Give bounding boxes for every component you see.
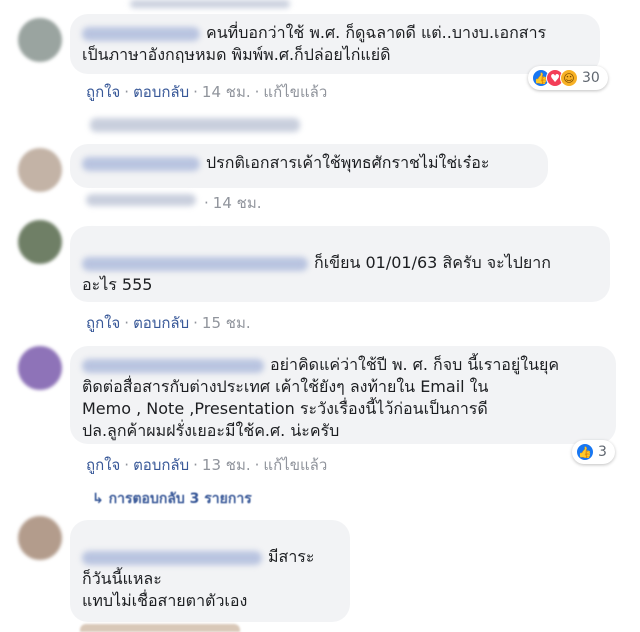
- comment-actions: ถูกใจ · ตอบกลับ · 13 ชม. · แก้ไขแล้ว: [86, 456, 328, 474]
- commenter-name-blurred[interactable]: [82, 358, 264, 373]
- blurred-header-fragment: [130, 0, 290, 8]
- comment-text: ปล.ลูกค้าผมฝรั่งเยอะมีใช้ค.ศ. น่ะครับ: [82, 421, 340, 440]
- reply-link[interactable]: ตอบกลับ: [133, 456, 189, 474]
- reply-arrow-icon: ↳: [92, 491, 104, 507]
- blurred-replies-row[interactable]: [90, 118, 300, 132]
- commenter-name-blurred[interactable]: [82, 26, 200, 41]
- avatar[interactable]: [18, 18, 62, 62]
- reply-link[interactable]: ตอบกลับ: [133, 314, 189, 332]
- like-link[interactable]: ถูกใจ: [86, 314, 120, 332]
- haha-icon: ☺: [560, 69, 578, 87]
- like-icon: 👍: [576, 443, 594, 461]
- reaction-summary[interactable]: 👍 3: [572, 440, 615, 464]
- avatar[interactable]: [18, 148, 62, 192]
- comment-actions: ถูกใจ · ตอบกลับ · 14 ชม. · แก้ไขแล้ว: [86, 83, 328, 101]
- comment-text: ก็เขียน 01/01/63 สิครับ จะไปยาก: [314, 253, 551, 272]
- timestamp[interactable]: 14 ชม.: [213, 194, 262, 212]
- comment-text: ปรกติเอกสารเค้าใช้พุทธศักราชไม่ใช่เร๋อะ: [206, 153, 490, 172]
- avatar[interactable]: [18, 516, 62, 560]
- comment-text: คนที่บอกว่าใช้ พ.ศ. ก็ดูฉลาดดี แต่..บางบ…: [206, 23, 547, 42]
- blurred-actions: [86, 194, 196, 206]
- timestamp[interactable]: 15 ชม.: [202, 314, 251, 332]
- reaction-summary[interactable]: 👍 ♥ ☺ 30: [528, 66, 608, 90]
- comment-text: Memo , Note ,Presentation ระวังเรื่องนี้…: [82, 399, 488, 418]
- comment-bubble: ปรกติเอกสารเค้าใช้พุทธศักราชไม่ใช่เร๋อะ: [70, 144, 548, 188]
- edited-label[interactable]: แก้ไขแล้ว: [263, 456, 327, 474]
- comment-text: เป็นภาษาอังกฤษหมด พิมพ์พ.ศ.ก็ปล่อยไก่แย่…: [82, 45, 391, 64]
- comment-text: ก็วันนี้แหละ: [82, 569, 162, 588]
- commenter-name-blurred[interactable]: [82, 550, 262, 565]
- timestamp[interactable]: 14 ชม.: [202, 83, 251, 101]
- comment-text: ติดต่อสื่อสารกับต่างประเทศ เค้าใช้ยังๆ ล…: [82, 377, 489, 396]
- comment-bubble: มีสาระ ก็วันนี้แหละ แทบไม่เชื่อสายตาตัวเ…: [70, 520, 350, 622]
- commenter-name-blurred[interactable]: [82, 156, 200, 171]
- avatar[interactable]: [18, 220, 62, 264]
- comment-bubble: ก็เขียน 01/01/63 สิครับ จะไปยาก อะไร 555: [70, 226, 610, 302]
- comment-actions: · 14 ชม.: [204, 194, 262, 212]
- view-replies-link[interactable]: ↳ การตอบกลับ 3 รายการ: [92, 488, 252, 510]
- timestamp[interactable]: 13 ชม.: [202, 456, 251, 474]
- comment-text: อะไร 555: [82, 275, 153, 294]
- comment-text: แทบไม่เชื่อสายตาตัวเอง: [82, 591, 248, 610]
- cut-off-image[interactable]: [80, 624, 240, 632]
- like-link[interactable]: ถูกใจ: [86, 456, 120, 474]
- comment-bubble: อย่าคิดแค่ว่าใช้ปี พ. ศ. ก็จบ นี้เราอยู่…: [70, 346, 616, 444]
- reply-link[interactable]: ตอบกลับ: [133, 83, 189, 101]
- like-link[interactable]: ถูกใจ: [86, 83, 120, 101]
- comment-actions: ถูกใจ · ตอบกลับ · 15 ชม.: [86, 314, 251, 332]
- reaction-count: 3: [598, 444, 607, 460]
- comment-text: มีสาระ: [268, 547, 315, 566]
- commenter-name-blurred[interactable]: [82, 256, 308, 271]
- edited-label[interactable]: แก้ไขแล้ว: [263, 83, 327, 101]
- comment-text: อย่าคิดแค่ว่าใช้ปี พ. ศ. ก็จบ นี้เราอยู่…: [270, 355, 560, 374]
- avatar[interactable]: [18, 346, 62, 390]
- comment-bubble: คนที่บอกว่าใช้ พ.ศ. ก็ดูฉลาดดี แต่..บางบ…: [70, 14, 600, 74]
- reaction-count: 30: [582, 70, 600, 86]
